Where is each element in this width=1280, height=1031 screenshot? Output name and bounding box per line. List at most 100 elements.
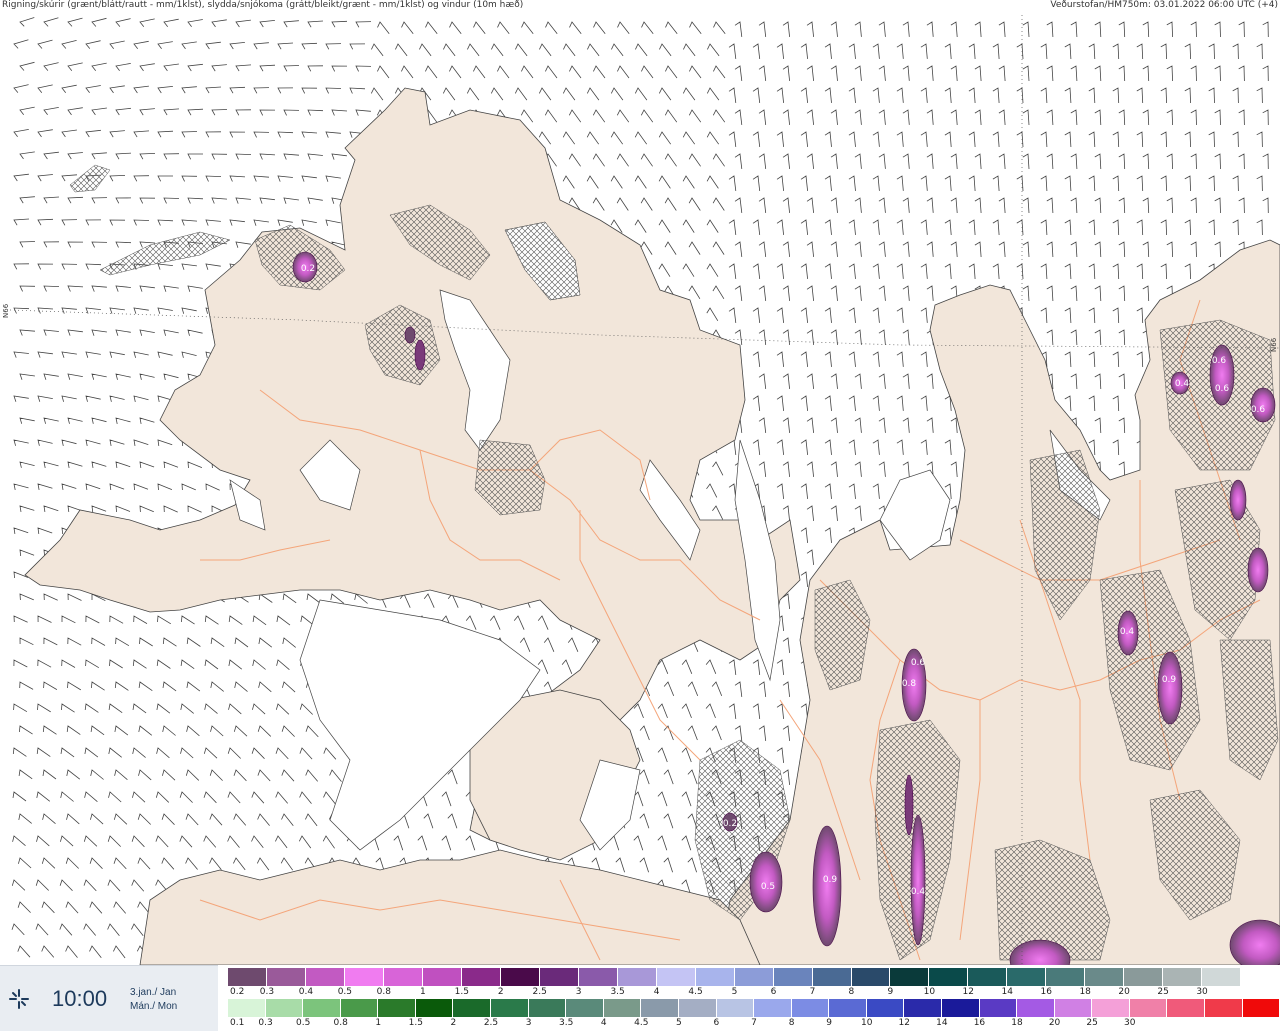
scale-tick-label: 1.5 [408,1018,424,1028]
weather-map[interactable]: 0.2 0.4 0.6 0.6 0.6 0.4 0.9 0.6 0.8 0.5 … [0,0,1280,965]
precip-label: 0.6 [911,658,926,668]
color-swatch [890,968,930,986]
color-swatch [383,968,423,986]
scale-tick-label: 4 [653,987,660,997]
snow-scale-labels: 0.2 0.3 0.4 0.5 0.8 1 1.5 2 2.5 3 3.5 4 4.5 5 6 7 8 9 10 12… [228,987,1280,999]
snow-blob [1229,479,1247,521]
color-swatch [754,999,792,1017]
scale-tick-label: 9 [826,1018,833,1028]
color-swatch [1205,999,1243,1017]
color-swatch [941,999,980,1017]
color-swatch [266,968,306,986]
scale-tick-label: 4.5 [634,1018,649,1028]
scale-tick-label: 0.5 [295,1018,311,1028]
scale-tick-label: 12 [898,1018,911,1028]
color-swatch [1017,999,1055,1017]
color-swatch [228,968,267,986]
scale-tick-label: 0.3 [258,1018,273,1028]
latitude-label-left: N66 [2,303,10,318]
color-swatch [1092,999,1130,1017]
color-swatch [1167,999,1206,1017]
color-swatch [415,999,454,1017]
color-swatch [641,999,679,1017]
color-swatch [378,999,416,1017]
color-swatch [500,968,540,986]
scale-tick-label: 18 [1079,987,1091,997]
color-swatch [491,999,529,1017]
snow-blob [404,326,416,344]
snow-blob [904,774,914,836]
scale-tick-label: 0.1 [230,1018,245,1028]
precip-label: 0.4 [1175,379,1190,389]
snow-blob [1209,344,1235,406]
precip-label: 0.9 [823,875,838,885]
scale-tick-label: 4 [600,1018,607,1028]
snow-blob [812,825,842,947]
color-swatch [829,999,867,1017]
scale-tick-label: 30 [1196,987,1208,997]
model-run-header: Veðurstofan/HM750m: 03.01.2022 06:00 UTC… [1050,0,1278,11]
map-description-header: Rigning/skúrir (grænt/blátt/rautt - mm/1… [2,0,524,11]
color-swatch [1085,968,1125,986]
latitude-label-right: N66 [1270,337,1278,352]
scale-tick-label: 9 [887,987,894,997]
color-swatch [340,999,379,1017]
color-swatch [1241,968,1280,986]
scale-tick-label: 10 [923,987,936,997]
scale-tick-label: 4.5 [688,987,703,997]
scale-tick-label: 6 [770,987,777,997]
snow-blob [1247,547,1269,593]
color-swatch [1046,968,1086,986]
color-swatch [228,999,266,1017]
color-swatch [1124,968,1164,986]
precip-label: 0.9 [1162,675,1177,685]
time-panel: 10:00 3.jan./ Jan Mán./ Mon [0,965,218,1031]
scale-tick-label: 0.5 [337,987,353,997]
color-swatch [603,999,642,1017]
scale-tick-label: 2.5 [483,1018,499,1028]
scale-tick-label: 14 [1001,987,1013,997]
scale-tick-label: 2 [450,1018,457,1028]
rain-scale-labels: 0.1 0.3 0.5 0.8 1 1.5 2 2.5 3 3.5 4 4.5 5 6 7 8 9 10 12 14 1… [228,1018,1280,1030]
color-swatch [1129,999,1168,1017]
color-swatch [1007,968,1047,986]
color-swatch [866,999,905,1017]
scale-tick-label: 7 [809,987,816,997]
color-swatch [695,968,735,986]
precip-label: 0.2 [301,264,315,274]
precip-label: 0.6 [1215,384,1230,394]
color-swatch [265,999,304,1017]
color-swatch [1054,999,1093,1017]
color-swatch [656,968,696,986]
scale-tick-label: 3.5 [610,987,625,997]
color-swatch [716,999,755,1017]
scale-tick-label: 2 [497,987,504,997]
color-swatch [539,968,579,986]
color-swatch [303,999,341,1017]
snow-blob [910,814,926,946]
color-swatch [1242,999,1280,1017]
scale-tick-label: 20 [1048,1018,1061,1028]
scale-tick-label: 8 [848,987,855,997]
legend-footer: 10:00 3.jan./ Jan Mán./ Mon 0.2 0.3 0.4 0.5… [0,965,1280,1031]
scale-tick-label: 2.5 [532,987,547,997]
scale-tick-label: 3 [525,1018,532,1028]
scale-tick-label: 0.4 [298,987,314,997]
precip-label: 0.4 [1120,627,1135,637]
precip-label: 0.8 [902,679,917,689]
color-swatch [1163,968,1203,986]
color-swatch [422,968,462,986]
snow-color-scale [228,968,1280,986]
scale-tick-label: 16 [1040,987,1052,997]
forecast-weekday: Mán./ Mon [130,1001,178,1012]
vedurstofan-logo-icon [9,989,29,1009]
color-swatch [812,968,852,986]
precip-label: 0.6 [1212,356,1227,366]
color-swatch [617,968,657,986]
scale-tick-label: 3.5 [558,1018,574,1028]
scale-tick-label: 5 [731,987,738,997]
scale-tick-label: 3 [575,987,582,997]
forecast-time: 10:00 [52,986,108,1011]
color-swatch [678,999,717,1017]
forecast-date: 3.jan./ Jan [130,987,177,998]
